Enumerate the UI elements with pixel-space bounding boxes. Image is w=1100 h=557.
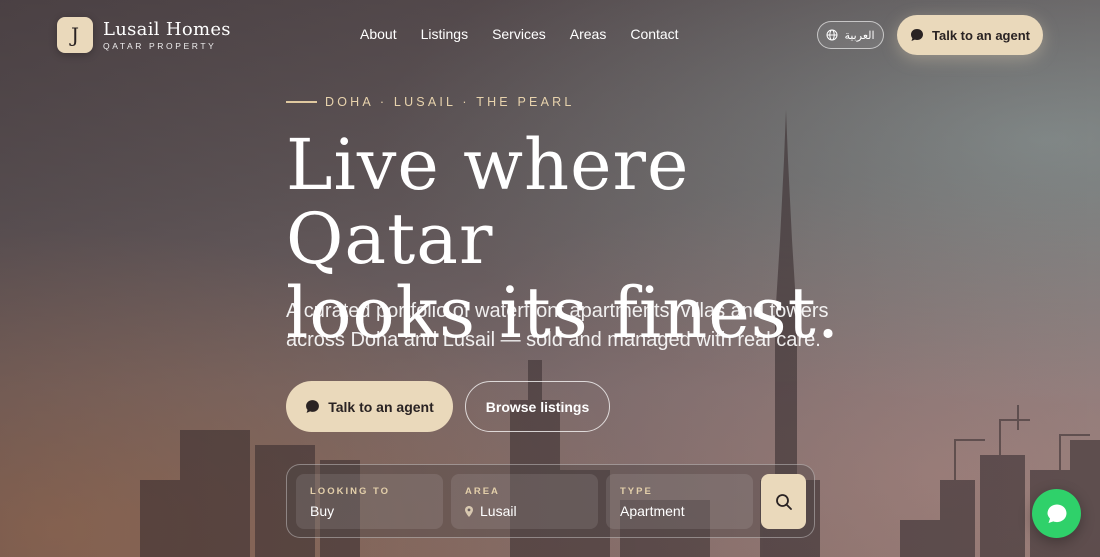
language-label: العربية	[844, 29, 875, 42]
area-select[interactable]: AREA Lusail	[451, 474, 598, 529]
nav-link-contact[interactable]: Contact	[630, 26, 678, 42]
hero-lede: A curated portfolio of waterfront apartm…	[286, 300, 829, 351]
logo-text: Lusail Homes QATAR PROPERTY	[103, 18, 231, 51]
brand-name: Lusail Homes	[103, 18, 231, 40]
browse-listings-button[interactable]: Browse listings	[465, 381, 610, 432]
hero-eyebrow: DOHA · LUSAIL · THE PEARL	[286, 95, 575, 109]
talk-to-agent-label: Talk to an agent	[328, 398, 434, 415]
talk-to-agent-button[interactable]: Talk to an agent	[286, 381, 453, 432]
looking-to-select[interactable]: LOOKING TO Buy	[296, 474, 443, 529]
whatsapp-icon	[1047, 504, 1066, 523]
globe-icon	[826, 29, 838, 41]
looking-to-value: Buy	[310, 503, 335, 519]
headline-line-1: Live where Qatar	[286, 124, 690, 280]
nav-links: About Listings Services Areas Contact	[360, 26, 703, 42]
browse-listings-label: Browse listings	[485, 398, 590, 415]
area-value-row: Lusail	[465, 503, 598, 519]
map-pin-icon	[465, 505, 473, 517]
language-toggle-button[interactable]: العربية	[817, 21, 884, 49]
nav-link-listings[interactable]: Listings	[421, 26, 468, 42]
talk-to-agent-nav-button[interactable]: Talk to an agent	[897, 15, 1043, 55]
whatsapp-chat-button[interactable]	[1032, 489, 1081, 538]
chat-bubble-icon	[911, 29, 923, 41]
nav-link-services[interactable]: Services	[492, 26, 546, 42]
eyebrow-divider	[286, 101, 317, 103]
area-value: Lusail	[480, 503, 517, 519]
top-nav: J Lusail Homes QATAR PROPERTY About List…	[0, 0, 1100, 70]
chat-bubble-icon	[306, 400, 320, 413]
type-select[interactable]: TYPE Apartment	[606, 474, 753, 529]
type-label: TYPE	[620, 486, 653, 497]
area-label: AREA	[465, 486, 500, 497]
looking-to-label: LOOKING TO	[310, 486, 390, 497]
talk-to-agent-nav-label: Talk to an agent	[932, 27, 1030, 43]
search-button[interactable]	[761, 474, 806, 529]
eyebrow-text: DOHA · LUSAIL · THE PEARL	[325, 95, 575, 109]
property-search-bar: LOOKING TO Buy AREA Lusail TYPE Apartmen…	[286, 464, 815, 538]
nav-link-areas[interactable]: Areas	[570, 26, 607, 42]
brand-logo[interactable]: J Lusail Homes QATAR PROPERTY	[57, 17, 231, 53]
brand-tagline: QATAR PROPERTY	[103, 40, 217, 51]
search-icon	[775, 493, 792, 510]
type-value: Apartment	[620, 503, 685, 519]
nav-link-about[interactable]: About	[360, 26, 397, 42]
logo-badge: J	[57, 17, 93, 53]
